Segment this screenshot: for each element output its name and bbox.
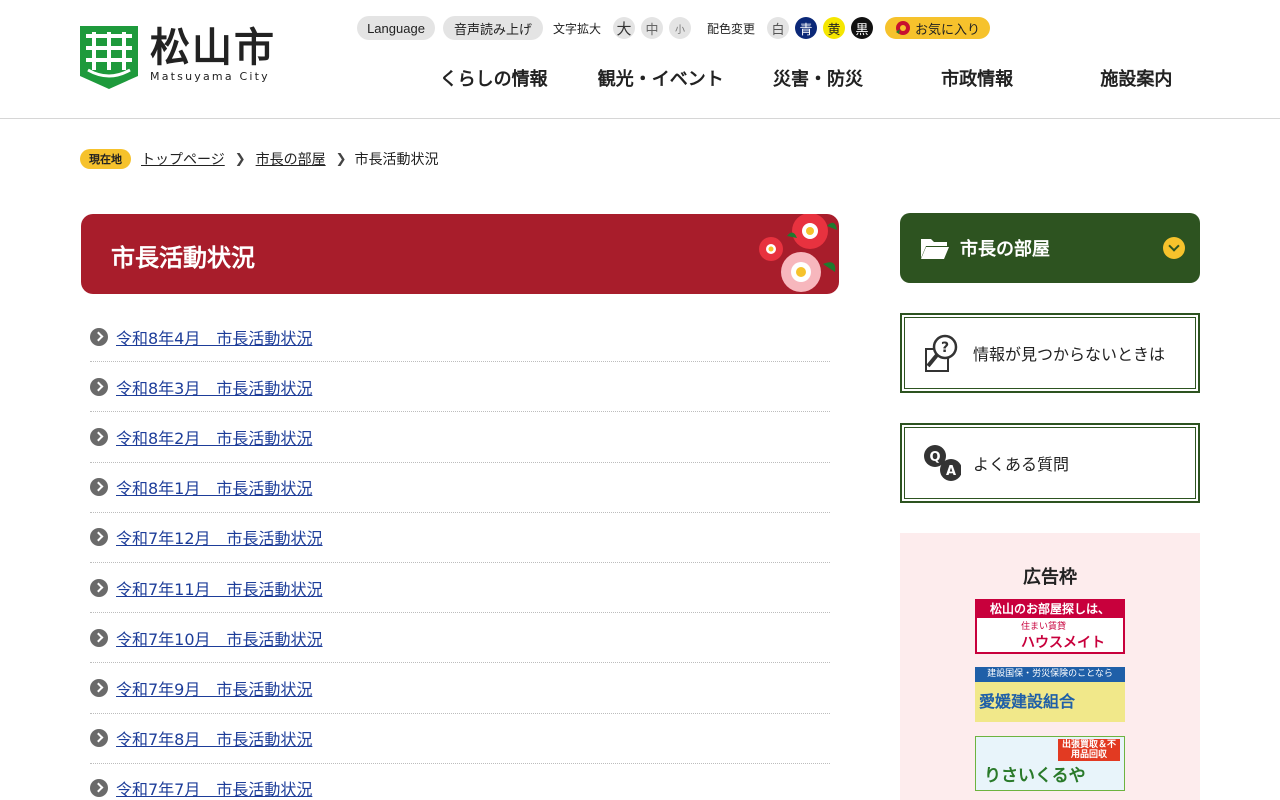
color-black-button[interactable]: 黒: [851, 17, 874, 39]
ad-banner-risaikuruya[interactable]: 出張買取＆不用品回収 りさいくるや: [975, 736, 1125, 791]
site-header: 松山市 Matsuyama City Language 音声読み上げ 文字拡大 …: [0, 0, 1280, 119]
voice-reader-button[interactable]: 音声読み上げ: [443, 16, 543, 40]
color-blue-button[interactable]: 青: [795, 17, 818, 39]
arrow-right-icon: [90, 578, 108, 597]
svg-text:A: A: [946, 464, 956, 479]
font-size-large-button[interactable]: 大: [613, 17, 636, 39]
activity-link[interactable]: 令和7年7月 市長活動状況: [116, 776, 312, 800]
breadcrumb-current: 市長活動状況: [354, 152, 439, 168]
color-white-button[interactable]: 白: [767, 17, 790, 39]
arrow-right-icon: [90, 528, 108, 547]
chevron-right-icon: ❯: [234, 151, 246, 167]
arrow-right-icon: [90, 377, 108, 396]
arrow-right-icon: [90, 779, 108, 798]
activity-link[interactable]: 令和7年10月 市長活動状況: [116, 626, 323, 650]
not-found-help-button[interactable]: ? 情報が見つからないときは: [900, 313, 1200, 393]
question-search-icon: ?: [925, 334, 958, 372]
folder-icon: [921, 239, 949, 259]
qa-icon: Q A: [924, 445, 961, 481]
ad-area-title: 広告枠: [1023, 567, 1077, 588]
favorite-button[interactable]: お気に入り: [885, 17, 991, 39]
chevron-right-icon: ❯: [335, 151, 347, 167]
activity-link[interactable]: 令和8年1月 市長活動状況: [116, 475, 312, 499]
nav-tourism-events[interactable]: 観光・イベント: [577, 64, 744, 92]
ad1-tagline: 松山のお部屋探しは、: [977, 601, 1123, 618]
list-item: 令和8年3月 市長活動状況: [90, 362, 830, 413]
favorite-label: お気に入り: [915, 22, 981, 38]
language-button[interactable]: Language: [357, 16, 435, 40]
logo-title: 松山市: [150, 25, 276, 71]
faq-button[interactable]: Q A よくある質問: [900, 423, 1200, 503]
utility-bar: Language 音声読み上げ 文字拡大 大 中 小 配色変更 白 青 黄 黒 …: [357, 16, 991, 40]
sidebar-section-header[interactable]: 市長の部屋: [900, 213, 1200, 283]
not-found-help-label: 情報が見つからないときは: [973, 345, 1166, 364]
arrow-right-icon: [90, 678, 108, 697]
activity-link[interactable]: 令和8年2月 市長活動状況: [116, 425, 312, 449]
activity-link[interactable]: 令和7年12月 市長活動状況: [116, 525, 323, 549]
breadcrumb-home-link[interactable]: トップページ: [141, 149, 225, 169]
font-size-label: 文字拡大: [553, 21, 602, 36]
list-item: 令和8年4月 市長活動状況: [90, 312, 830, 363]
nav-disaster[interactable]: 災害・防災: [744, 64, 891, 92]
ad-area: 広告枠 松山のお部屋探しは、 住まい賃貸 ハウスメイト 建設国保・労災保険のこと…: [900, 533, 1200, 800]
logo-subtitle: Matsuyama City: [150, 70, 270, 83]
sidebar-section-title: 市長の部屋: [960, 239, 1050, 260]
nav-facilities[interactable]: 施設案内: [1063, 64, 1210, 92]
breadcrumb-badge: 現在地: [80, 149, 131, 169]
list-item: 令和7年11月 市長活動状況: [90, 563, 830, 614]
camellia-decoration-icon: [759, 214, 837, 292]
list-item: 令和8年2月 市長活動状況: [90, 412, 830, 463]
site-logo[interactable]: 松山市 Matsuyama City: [80, 26, 276, 89]
arrow-right-icon: [90, 729, 108, 748]
list-item: 令和8年1月 市長活動状況: [90, 463, 830, 513]
arrow-right-icon: [90, 427, 108, 446]
activity-link-list: 令和8年4月 市長活動状況 令和8年3月 市長活動状況 令和8年2月 市長活動状…: [90, 312, 830, 800]
list-item: 令和7年12月 市長活動状況: [90, 513, 830, 563]
camellia-icon: [896, 21, 911, 35]
font-size-medium-button[interactable]: 中: [641, 17, 664, 39]
nav-city-admin[interactable]: 市政情報: [892, 64, 1063, 92]
svg-text:?: ?: [941, 340, 949, 356]
svg-text:Q: Q: [929, 450, 940, 465]
matsuyama-emblem-icon: [80, 26, 138, 89]
list-item: 令和7年7月 市長活動状況: [90, 764, 830, 800]
nav-living-info[interactable]: くらしの情報: [410, 64, 577, 92]
list-item: 令和7年8月 市長活動状況: [90, 714, 830, 764]
color-change-label: 配色変更: [707, 21, 756, 36]
page-title: 市長活動状況: [111, 244, 255, 272]
ad1-subtext: 住まい賃貸: [1021, 621, 1067, 632]
activity-link[interactable]: 令和7年8月 市長活動状況: [116, 726, 312, 750]
list-item: 令和7年9月 市長活動状況: [90, 663, 830, 714]
ad2-tagline: 建設国保・労災保険のことなら: [975, 667, 1125, 682]
color-yellow-button[interactable]: 黄: [823, 17, 846, 39]
page-heading-banner: 市長活動状況: [81, 214, 839, 294]
ad3-badge: 出張買取＆不用品回収: [1058, 739, 1120, 761]
arrow-right-icon: [90, 478, 108, 497]
list-item: 令和7年10月 市長活動状況: [90, 613, 830, 664]
ad1-brand: ハウスメイト: [1021, 634, 1105, 651]
arrow-right-icon: [90, 327, 108, 346]
chevron-down-icon[interactable]: [1163, 237, 1185, 259]
arrow-right-icon: [90, 628, 108, 647]
breadcrumb: 現在地 トップページ ❯ 市長の部屋 ❯ 市長活動状況: [80, 149, 439, 169]
breadcrumb-mayor-link[interactable]: 市長の部屋: [256, 149, 326, 169]
global-nav: くらしの情報 観光・イベント 災害・防災 市政情報 施設案内: [410, 64, 1210, 92]
ad3-brand: りさいくるや: [984, 766, 1086, 786]
faq-label: よくある質問: [973, 455, 1070, 474]
ad-banner-ehime-kensetsu[interactable]: 建設国保・労災保険のことなら 愛媛建設組合: [975, 667, 1125, 722]
activity-link[interactable]: 令和7年11月 市長活動状況: [116, 576, 323, 600]
activity-link[interactable]: 令和8年3月 市長活動状況: [116, 375, 312, 399]
activity-link[interactable]: 令和8年4月 市長活動状況: [116, 325, 312, 349]
activity-link[interactable]: 令和7年9月 市長活動状況: [116, 676, 312, 700]
ad-banner-housemate[interactable]: 松山のお部屋探しは、 住まい賃貸 ハウスメイト: [975, 599, 1125, 654]
ad2-brand: 愛媛建設組合: [979, 692, 1076, 711]
font-size-small-button[interactable]: 小: [669, 17, 692, 39]
